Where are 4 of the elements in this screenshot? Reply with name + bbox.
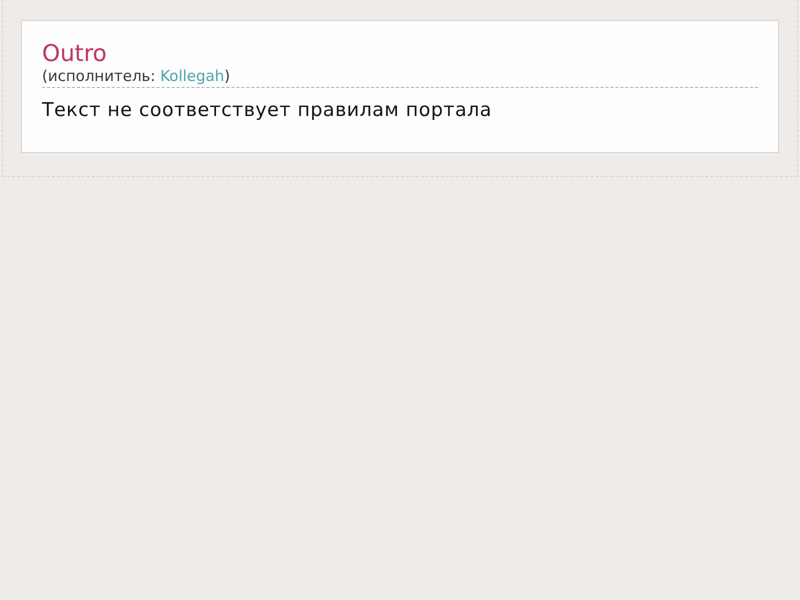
artist-link[interactable]: Kollegah [160,67,224,85]
notice-text: Текст не соответствует правилам портала [42,98,492,122]
artist-credit: (исполнитель: Kollegah) [42,67,230,85]
song-title: Outro [42,41,107,67]
